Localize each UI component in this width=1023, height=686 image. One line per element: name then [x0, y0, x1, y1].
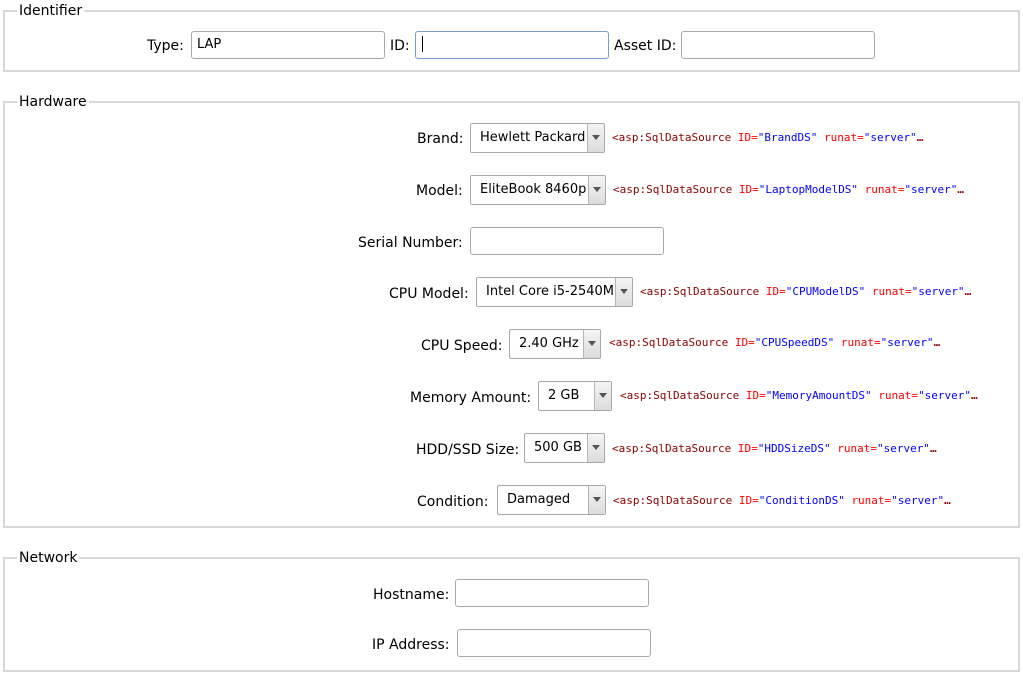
condition-datasource-markup: <asp:SqlDataSource ID="ConditionDS" runa… [613, 494, 951, 507]
asset-id-input[interactable] [681, 31, 875, 59]
cpu-speed-datasource-markup: <asp:SqlDataSource ID="CPUSpeedDS" runat… [609, 336, 941, 349]
cpu-model-label: CPU Model: [389, 286, 469, 302]
condition-select-value: Damaged [507, 492, 571, 507]
chevron-down-icon[interactable] [594, 382, 611, 410]
network-legend: Network [17, 549, 80, 567]
cpu-speed-select-value: 2.40 GHz [519, 336, 579, 351]
cpu-model-select[interactable]: Intel Core i5-2540M [476, 277, 633, 307]
model-label: Model: [416, 183, 463, 199]
brand-select-value: Hewlett Packard [480, 130, 586, 145]
id-label: ID: [390, 38, 410, 54]
type-label: Type: [147, 38, 184, 54]
chevron-down-icon[interactable] [588, 486, 605, 514]
hostname-input[interactable] [455, 579, 649, 607]
ip-address-label: IP Address: [372, 637, 450, 653]
model-datasource-markup: <asp:SqlDataSource ID="LaptopModelDS" ru… [613, 183, 965, 196]
brand-select[interactable]: Hewlett Packard [470, 123, 605, 153]
type-input[interactable]: LAP [191, 31, 385, 59]
chevron-down-icon[interactable] [583, 330, 600, 358]
asset-id-label: Asset ID: [614, 38, 677, 54]
id-input[interactable] [415, 31, 609, 59]
hdd-size-select[interactable]: 500 GB [524, 433, 605, 463]
identifier-legend: Identifier [17, 2, 85, 20]
hdd-size-label: HDD/SSD Size: [416, 442, 520, 458]
cpu-speed-select[interactable]: 2.40 GHz [509, 329, 601, 359]
chevron-down-icon[interactable] [587, 124, 604, 152]
chevron-down-icon[interactable] [615, 278, 632, 306]
ip-address-input[interactable] [457, 629, 651, 657]
memory-amount-select[interactable]: 2 GB [538, 381, 612, 411]
memory-amount-label: Memory Amount: [410, 390, 532, 406]
memory-amount-select-value: 2 GB [548, 388, 580, 403]
cpu-speed-label: CPU Speed: [421, 338, 503, 354]
text-cursor [422, 36, 423, 52]
memory-amount-datasource-markup: <asp:SqlDataSource ID="MemoryAmountDS" r… [620, 389, 978, 402]
model-select-value: EliteBook 8460p [480, 182, 587, 197]
serial-number-label: Serial Number: [358, 235, 463, 251]
cpu-model-datasource-markup: <asp:SqlDataSource ID="CPUModelDS" runat… [640, 285, 972, 298]
hardware-fieldset: Hardware [3, 93, 1020, 528]
chevron-down-icon[interactable] [588, 176, 605, 204]
chevron-down-icon[interactable] [587, 434, 604, 462]
cpu-model-select-value: Intel Core i5-2540M [486, 284, 615, 299]
brand-datasource-markup: <asp:SqlDataSource ID="BrandDS" runat="s… [612, 131, 924, 144]
hostname-label: Hostname: [373, 587, 450, 603]
brand-label: Brand: [417, 131, 464, 147]
serial-number-input[interactable] [470, 227, 664, 255]
hdd-size-datasource-markup: <asp:SqlDataSource ID="HDDSizeDS" runat=… [612, 442, 937, 455]
condition-label: Condition: [417, 494, 489, 510]
condition-select[interactable]: Damaged [497, 485, 606, 515]
hdd-size-select-value: 500 GB [534, 440, 582, 455]
model-select[interactable]: EliteBook 8460p [470, 175, 606, 205]
hardware-legend: Hardware [17, 93, 89, 111]
